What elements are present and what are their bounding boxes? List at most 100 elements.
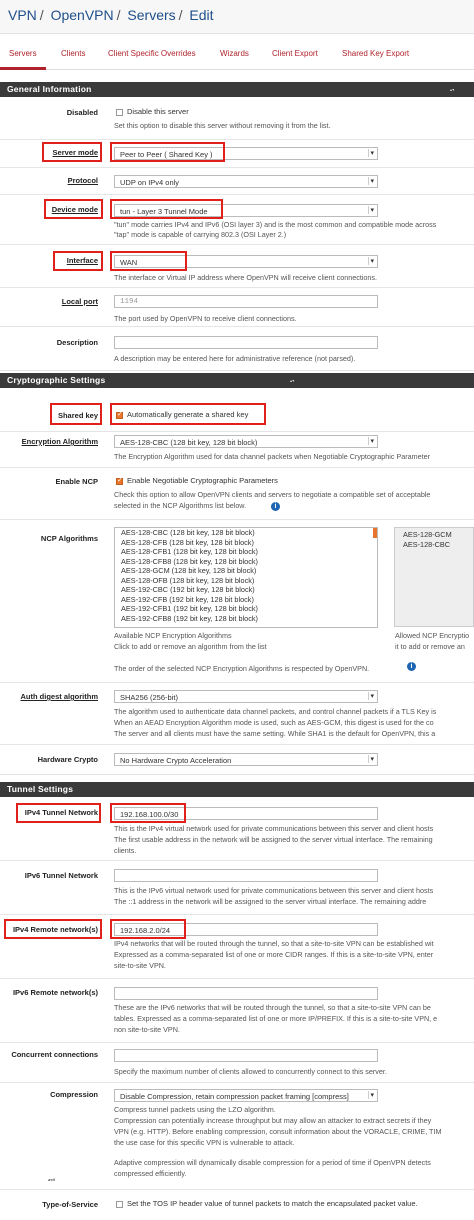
- ipv6-remote-help-1: These are the IPv6 networks that will be…: [114, 1003, 431, 1012]
- ncp-allowed-item[interactable]: AES-128-CBC: [395, 540, 473, 550]
- row-local-port: Local port 1194 The port used by OpenVPN…: [0, 288, 474, 327]
- disabled-label: Disabled: [66, 108, 98, 117]
- enable-ncp-help-1: Check this option to allow OpenVPN clien…: [114, 490, 431, 499]
- ncp-available-item[interactable]: AES-192-CFB1 (192 bit key, 128 bit block…: [115, 604, 377, 614]
- protocol-select[interactable]: UDP on IPv4 only: [114, 175, 378, 188]
- ncp-available-item[interactable]: AES-128-CFB (128 bit key, 128 bit block): [115, 538, 377, 548]
- row-compression: Compression Disable Compression, retain …: [0, 1083, 474, 1190]
- description-help: A description may be entered here for ad…: [114, 354, 356, 363]
- compression-select[interactable]: Disable Compression, retain compression …: [114, 1089, 378, 1102]
- row-description: Description A description may be entered…: [0, 327, 474, 371]
- hardware-crypto-select[interactable]: No Hardware Crypto Acceleration: [114, 753, 378, 766]
- auth-digest-select[interactable]: SHA256 (256-bit): [114, 690, 378, 703]
- info-icon[interactable]: i: [271, 502, 280, 511]
- local-port-help: The port used by OpenVPN to receive clie…: [114, 314, 297, 323]
- auth-digest-help-3: The server and all clients must have the…: [114, 729, 436, 738]
- disabled-checkbox-label: Disable this server: [127, 107, 189, 116]
- highlight-ipv4-remote-value: [110, 919, 186, 939]
- highlight-server-mode-label: [42, 142, 102, 162]
- encryption-algorithm-select[interactable]: AES-128-CBC (128 bit key, 128 bit block): [114, 435, 378, 448]
- concurrent-connections-input[interactable]: [114, 1049, 378, 1062]
- highlight-device-mode-value: [110, 199, 223, 219]
- type-of-service-checkbox[interactable]: [116, 1201, 123, 1208]
- description-input[interactable]: [114, 336, 378, 349]
- ncp-available-item[interactable]: AES-192-CFB (192 bit key, 128 bit block): [115, 595, 377, 605]
- ipv6-tunnel-network-input[interactable]: [114, 869, 378, 882]
- auth-digest-help-1: The algorithm used to authenticate data …: [114, 707, 437, 716]
- ipv6-tunnel-help-2: The ::1 address in the network will be a…: [114, 897, 427, 906]
- highlight-interface-value: [110, 251, 187, 271]
- active-tab-indicator: [0, 67, 46, 70]
- ipv4-remote-help-2: Expressed as a comma-separated list of o…: [114, 950, 434, 959]
- ncp-available-help-1: Available NCP Encryption Algorithms: [114, 631, 232, 640]
- compression-help-6: compressed efficiently.: [114, 1169, 187, 1178]
- disabled-help: Set this option to disable this server w…: [114, 121, 331, 130]
- highlight-ipv4-tunnel-label: [16, 803, 101, 823]
- device-mode-help-1: "tun" mode carries IPv4 and IPv6 (OSI la…: [114, 220, 437, 229]
- ncp-available-item[interactable]: AES-128-OFB (128 bit key, 128 bit block): [115, 576, 377, 586]
- compression-label: Compression: [50, 1090, 98, 1099]
- row-concurrent-connections: Concurrent connections Specify the maxim…: [0, 1043, 474, 1083]
- row-auth-digest: Auth digest algorithm SHA256 (256-bit) T…: [0, 683, 474, 745]
- enable-ncp-label: Enable NCP: [55, 477, 98, 486]
- collapse-icon[interactable]: ▴▾: [450, 87, 454, 92]
- compression-help-5: Adaptive compression will dynamically di…: [114, 1158, 431, 1167]
- ncp-available-item[interactable]: AES-128-CFB8 (128 bit key, 128 bit block…: [115, 557, 377, 567]
- section-title: General Information: [7, 84, 92, 94]
- compression-help-1: Compress tunnel packets using the LZO al…: [114, 1105, 276, 1114]
- breadcrumb-servers[interactable]: Servers: [127, 7, 175, 23]
- row-type-of-service: Type-of-Service Set the TOS IP header va…: [0, 1190, 474, 1220]
- ncp-list-scrollbar[interactable]: [373, 528, 377, 538]
- watermark-logo: ▰ctf: [48, 1178, 55, 1182]
- device-mode-help-2: "tap" mode is capable of carrying 802.3 …: [114, 230, 287, 239]
- row-protocol: Protocol UDP on IPv4 only: [0, 168, 474, 195]
- info-icon[interactable]: i: [407, 662, 416, 671]
- ncp-available-list[interactable]: AES-128-CBC (128 bit key, 128 bit block)…: [114, 527, 378, 628]
- row-hardware-crypto: Hardware Crypto No Hardware Crypto Accel…: [0, 745, 474, 775]
- local-port-label: Local port: [61, 297, 98, 306]
- ncp-allowed-list[interactable]: AES-128-GCM AES-128-CBC: [394, 527, 474, 627]
- compression-help-2: Compression can potentially increase thr…: [114, 1116, 432, 1125]
- tab-client-export[interactable]: Client Export: [272, 49, 318, 58]
- row-ipv6-remote-networks: IPv6 Remote network(s) These are the IPv…: [0, 979, 474, 1043]
- ncp-available-item[interactable]: AES-192-CBC (192 bit key, 128 bit block): [115, 585, 377, 595]
- concurrent-connections-help: Specify the maximum number of clients al…: [114, 1067, 387, 1076]
- tab-client-specific-overrides[interactable]: Client Specific Overrides: [108, 49, 196, 58]
- auth-digest-label: Auth digest algorithm: [20, 692, 99, 701]
- type-of-service-checkbox-label: Set the TOS IP header value of tunnel pa…: [127, 1199, 418, 1208]
- ipv6-remote-networks-input[interactable]: [114, 987, 378, 1000]
- tab-bar: Servers Clients Client Specific Override…: [0, 40, 474, 70]
- breadcrumb-openvpn[interactable]: OpenVPN: [51, 7, 114, 23]
- breadcrumb-edit: Edit: [189, 7, 214, 23]
- ncp-available-item[interactable]: AES-128-CBC (128 bit key, 128 bit block): [115, 528, 377, 538]
- protocol-label: Protocol: [67, 176, 98, 185]
- breadcrumb: VPN / OpenVPN / Servers / Edit: [0, 0, 474, 34]
- tab-wizards[interactable]: Wizards: [220, 49, 249, 58]
- ncp-allowed-item[interactable]: AES-128-GCM: [395, 530, 473, 540]
- section-title: Cryptographic Settings: [7, 375, 106, 385]
- ipv6-remote-help-3: non site-to-site VPN.: [114, 1025, 180, 1034]
- ncp-available-item[interactable]: AES-192-CFB8 (192 bit key, 128 bit block…: [115, 614, 377, 624]
- section-tunnel-settings: Tunnel Settings: [0, 782, 474, 797]
- disabled-checkbox[interactable]: [116, 109, 123, 116]
- enable-ncp-checkbox[interactable]: [116, 476, 123, 485]
- ncp-available-item[interactable]: AES-128-GCM (128 bit key, 128 bit block): [115, 566, 377, 576]
- highlight-ipv4-tunnel-value: [110, 803, 186, 823]
- row-disabled: Disabled Disable this server Set this op…: [0, 97, 474, 140]
- encryption-algorithm-label: Encryption Algorithm: [21, 437, 98, 446]
- tab-servers[interactable]: Servers: [9, 49, 37, 58]
- local-port-input[interactable]: 1194: [114, 295, 378, 308]
- tab-shared-key-export[interactable]: Shared Key Export: [342, 49, 409, 58]
- ipv6-remote-help-2: tables. Expressed as a comma-separated l…: [114, 1014, 438, 1023]
- compression-help-3: VPN (e.g. HTTP). Before enabling compres…: [114, 1127, 442, 1136]
- ipv4-remote-help-3: site-to-site VPN.: [114, 961, 166, 970]
- auth-digest-help-2: When an AEAD Encryption Algorithm mode i…: [114, 718, 434, 727]
- ncp-available-item[interactable]: AES-128-CFB1 (128 bit key, 128 bit block…: [115, 547, 377, 557]
- ipv4-tunnel-help-1: This is the IPv4 virtual network used fo…: [114, 824, 434, 833]
- highlight-ipv4-remote-label: [4, 919, 102, 939]
- row-ipv6-tunnel-network: IPv6 Tunnel Network This is the IPv6 vir…: [0, 861, 474, 915]
- tab-clients[interactable]: Clients: [61, 49, 85, 58]
- breadcrumb-vpn[interactable]: VPN: [8, 7, 37, 23]
- collapse-icon[interactable]: ▴▾: [290, 378, 294, 383]
- ncp-order-help: The order of the selected NCP Encryption…: [114, 664, 370, 673]
